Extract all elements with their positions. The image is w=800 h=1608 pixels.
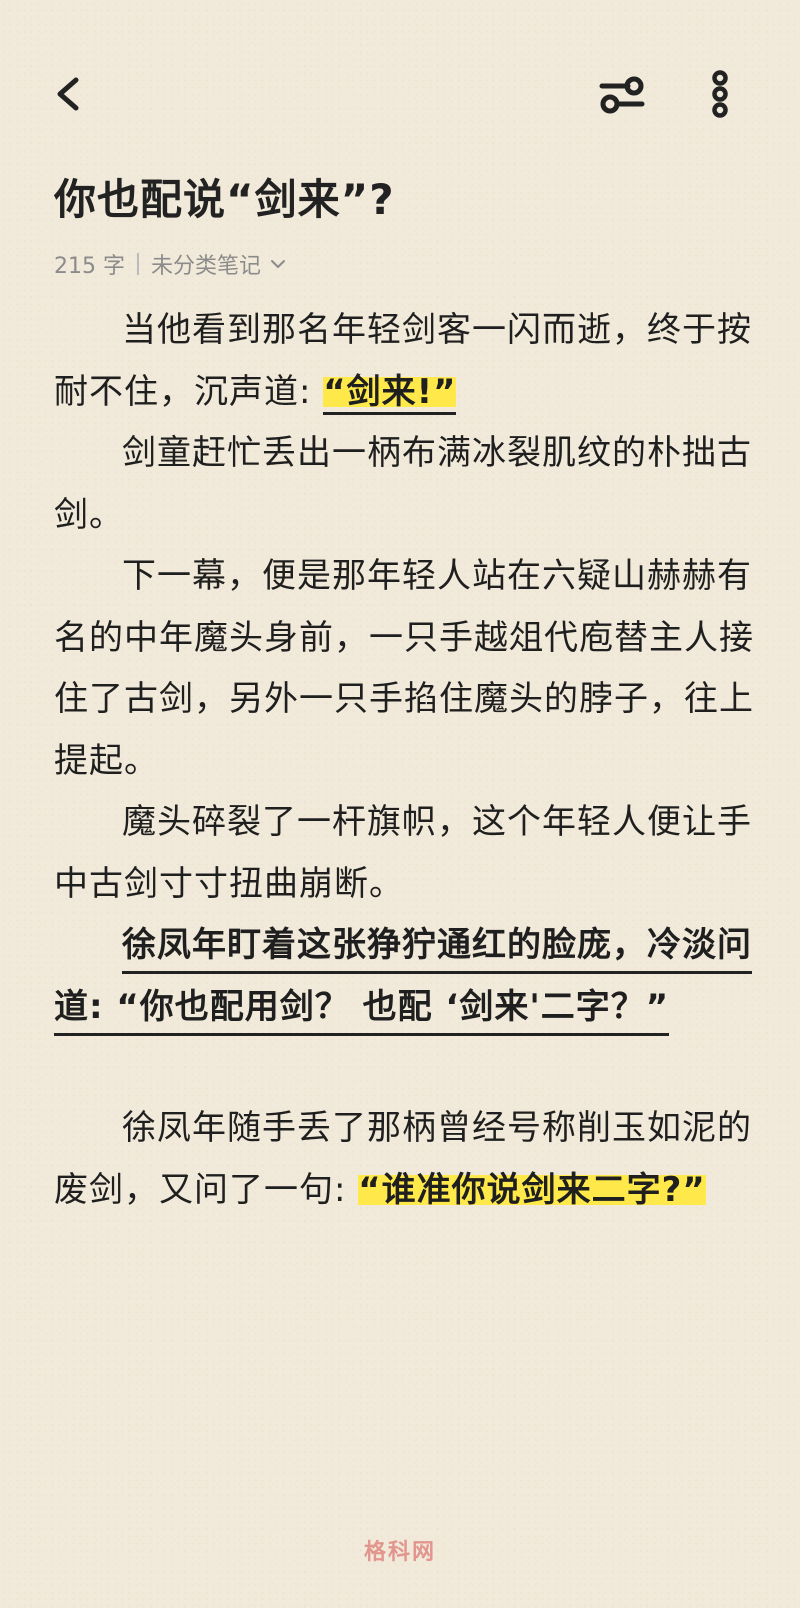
watermark: 格科网	[363, 1540, 436, 1565]
paragraph-text: 下一幕，便是那年轻人站在六疑山赫赫有名的中年魔头身前，一只手越俎代庖替主人接住了…	[54, 556, 754, 781]
back-button[interactable]	[48, 66, 92, 122]
highlighted-quote: “谁准你说剑来二字?”	[358, 1169, 706, 1210]
paragraph: 魔头碎裂了一杆旗帜，这个年轻人便让手中古剑寸寸扭曲崩断。	[54, 792, 754, 915]
note-title: 你也配说“剑来”?	[54, 175, 395, 224]
chevron-down-icon	[271, 260, 286, 268]
category-label: 未分类笔记	[151, 254, 262, 279]
back-chevron-icon	[57, 77, 79, 111]
more-button[interactable]	[700, 66, 740, 122]
paragraph: 剑童赶忙丢出一柄布满冰裂肌纹的朴拙古剑。	[54, 423, 754, 546]
note-meta: 215 字 未分类笔记	[54, 248, 287, 280]
paragraph: 下一幕，便是那年轻人站在六疑山赫赫有名的中年魔头身前，一只手越俎代庖替主人接住了…	[54, 546, 754, 792]
underlined-text: 徐凤年盯着这张狰狞通红的脸庞，冷淡问道: “你也配用剑？ 也配 ‘剑来'二字？”	[54, 925, 752, 1036]
highlighted-quote: “剑来!”	[323, 371, 457, 415]
meta-divider	[137, 253, 139, 275]
more-vertical-icon	[712, 70, 728, 118]
settings-button[interactable]	[594, 66, 650, 122]
category-selector[interactable]: 未分类笔记	[151, 248, 287, 280]
word-count: 215 字	[54, 254, 125, 279]
paragraph: 徐凤年盯着这张狰狞通红的脸庞，冷淡问道: “你也配用剑？ 也配 ‘剑来'二字？”	[54, 915, 754, 1038]
note-body[interactable]: 当他看到那名年轻剑客一闪而逝，终于按耐不住，沉声道: “剑来!” 剑童赶忙丢出一…	[54, 300, 754, 1221]
top-toolbar	[0, 0, 800, 190]
paragraph: 徐凤年随手丢了那柄曾经号称削玉如泥的废剑，又问了一句: “谁准你说剑来二字?”	[54, 1098, 754, 1221]
sliders-icon	[599, 76, 645, 114]
paragraph-text: 剑童赶忙丢出一柄布满冰裂肌纹的朴拙古剑。	[54, 433, 752, 535]
paragraph: 当他看到那名年轻剑客一闪而逝，终于按耐不住，沉声道: “剑来!”	[54, 300, 754, 423]
paragraph-text: 魔头碎裂了一杆旗帜，这个年轻人便让手中古剑寸寸扭曲崩断。	[54, 802, 752, 904]
